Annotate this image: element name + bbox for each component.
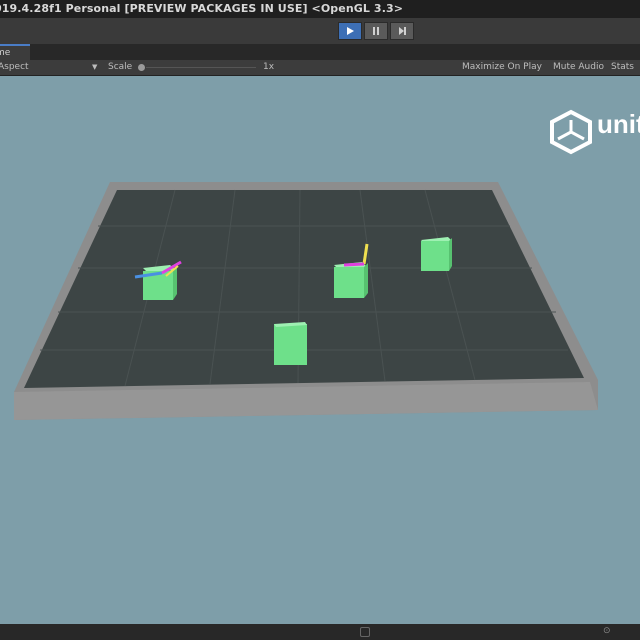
playback-controls <box>338 22 414 40</box>
window-titlebar: 019.4.28f1 Personal [PREVIEW PACKAGES IN… <box>0 0 640 18</box>
scene-render: unit <box>14 109 640 420</box>
tab-bar: me <box>0 44 640 62</box>
mute-audio-toggle[interactable]: Mute Audio <box>553 60 604 75</box>
aspect-dropdown[interactable]: Aspect <box>0 60 29 75</box>
window-title: 019.4.28f1 Personal [PREVIEW PACKAGES IN… <box>0 2 404 15</box>
cube-3 <box>421 237 452 271</box>
console-icon[interactable] <box>360 627 370 637</box>
play-button[interactable] <box>338 22 362 40</box>
stats-toggle[interactable]: Stats <box>611 60 634 75</box>
play-icon <box>347 27 354 35</box>
scale-value: 1x <box>263 62 275 72</box>
status-indicator-icon: ⊙ <box>603 626 611 636</box>
step-button[interactable] <box>390 22 414 40</box>
scale-label: Scale <box>108 62 133 72</box>
status-bar: ⊙ <box>0 624 640 640</box>
step-icon <box>399 27 406 35</box>
scale-slider-handle[interactable] <box>138 64 145 71</box>
game-viewport[interactable]: unit <box>0 76 640 624</box>
scale-slider-track[interactable] <box>146 67 256 68</box>
maximize-on-play-toggle[interactable]: Maximize On Play <box>462 60 542 75</box>
unity-logo-icon <box>550 109 592 155</box>
chevron-down-icon: ▼ <box>92 63 98 71</box>
unity-watermark-text: unit <box>597 109 640 139</box>
cube-4 <box>274 322 307 365</box>
game-view-toolbar: Aspect ▼ Scale 1x Maximize On Play Mute … <box>0 60 640 76</box>
pause-button[interactable] <box>364 22 388 40</box>
main-toolbar <box>0 18 640 45</box>
tab-game-label: me <box>0 48 11 58</box>
pause-icon <box>373 27 379 35</box>
